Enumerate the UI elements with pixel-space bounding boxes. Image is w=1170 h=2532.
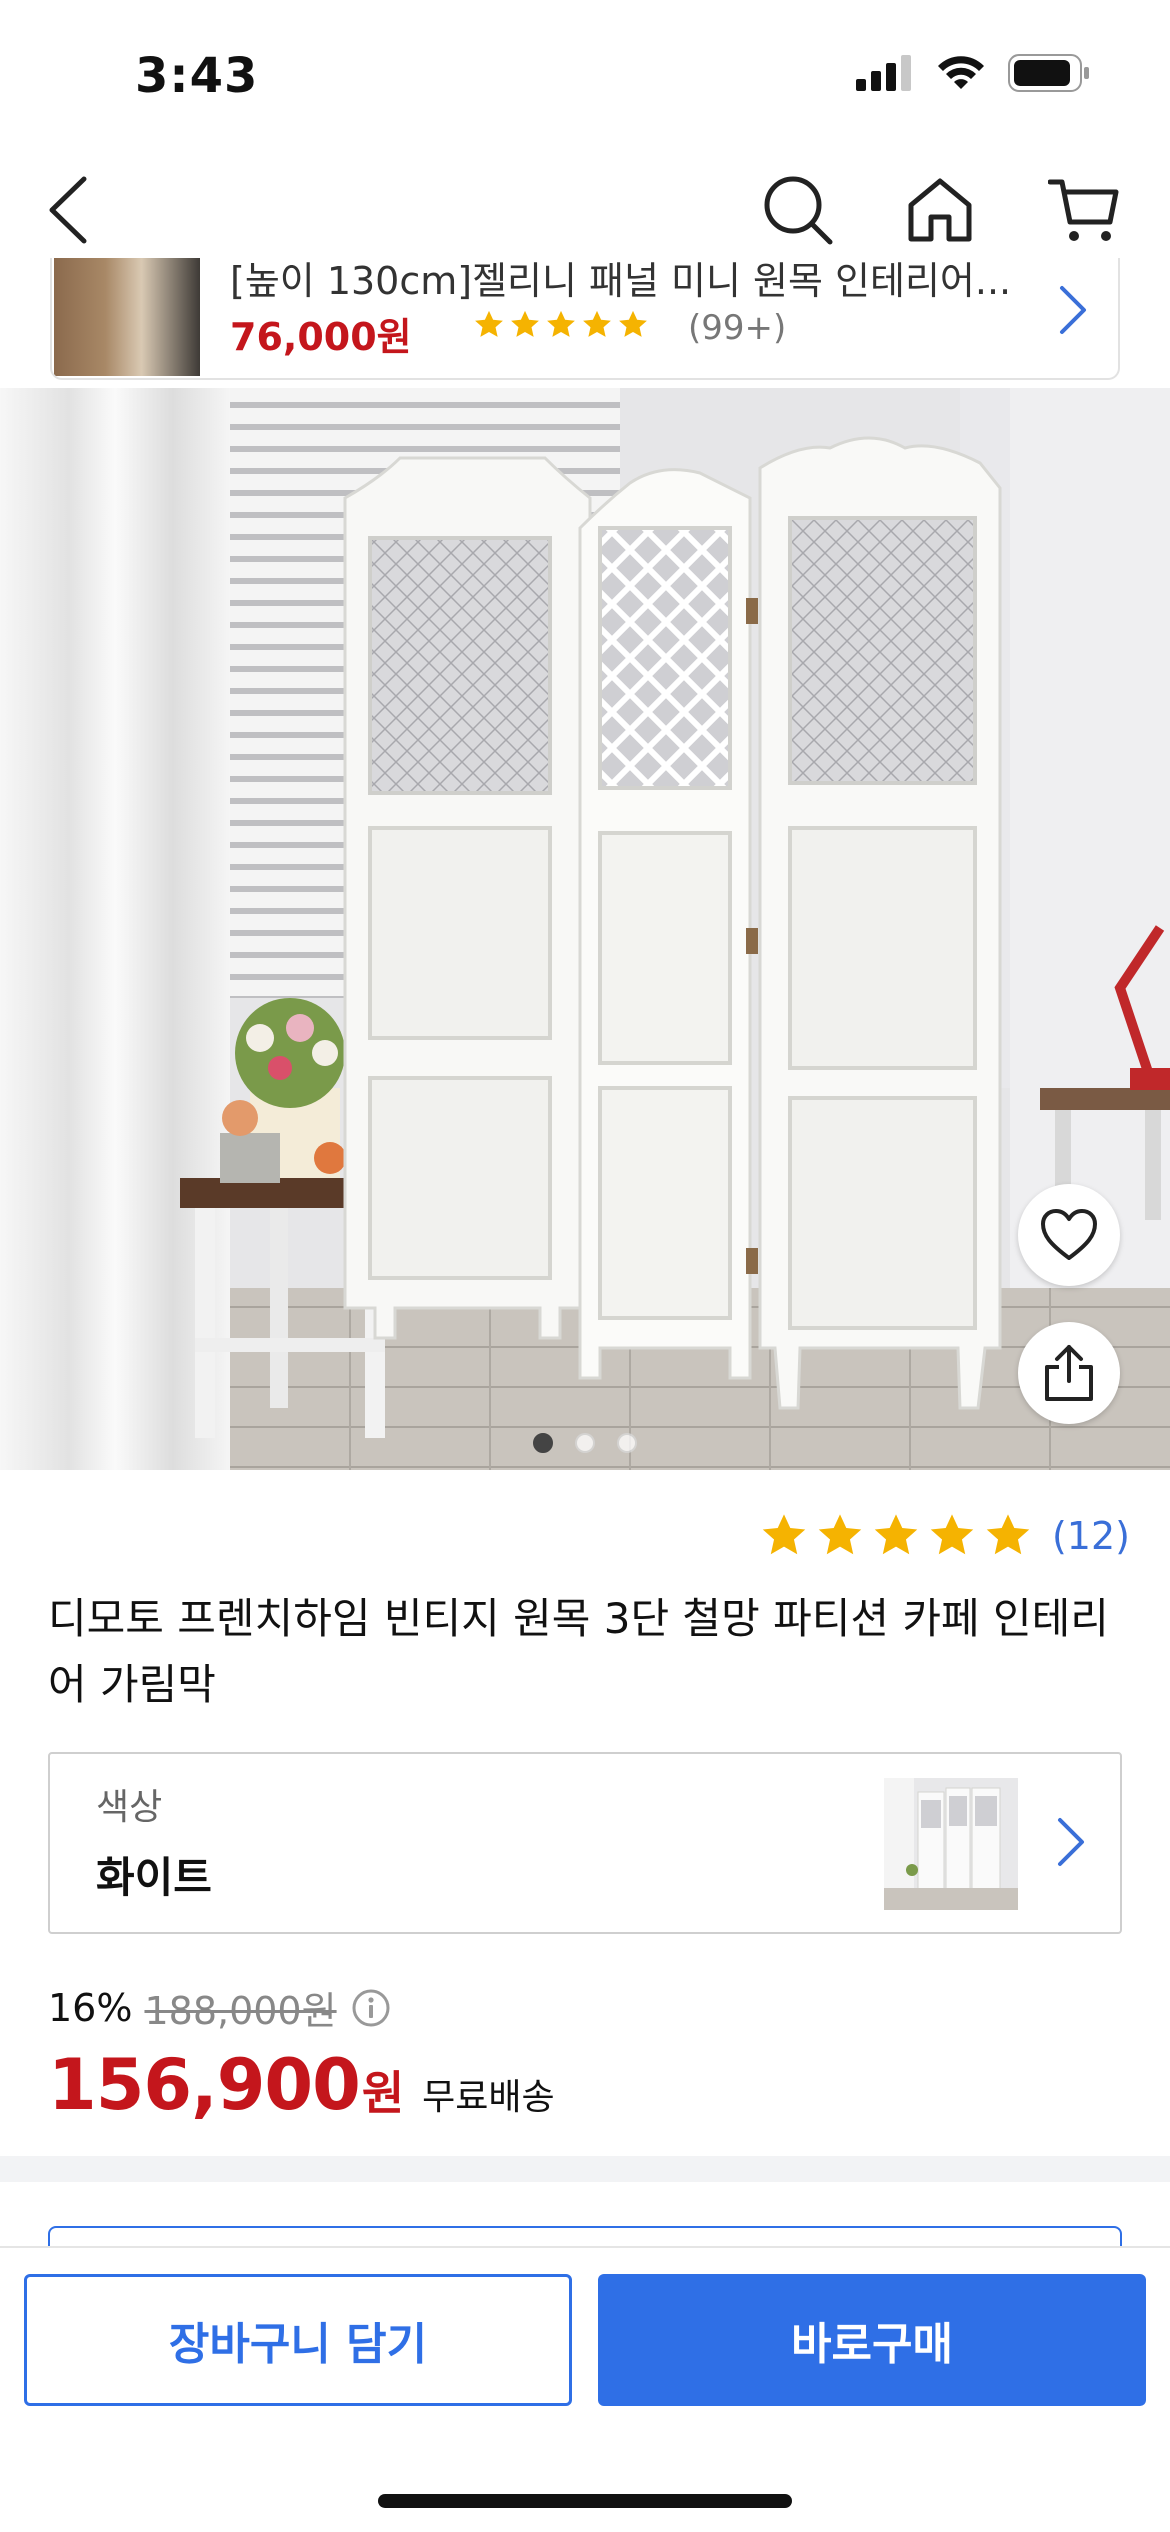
carousel-dot[interactable] <box>575 1433 595 1453</box>
add-to-cart-button[interactable]: 장바구니 담기 <box>24 2274 572 2406</box>
star-icon <box>511 310 539 337</box>
carousel-dot[interactable] <box>617 1433 637 1453</box>
buy-now-button[interactable]: 바로구매 <box>598 2274 1146 2406</box>
color-option-selector[interactable]: 색상 화이트 <box>48 1752 1122 1934</box>
cart-button[interactable] <box>1044 170 1124 250</box>
product-rating[interactable]: (12) <box>758 1510 1130 1562</box>
home-icon <box>908 178 972 242</box>
section-divider <box>0 2156 1170 2182</box>
product-image-carousel[interactable] <box>0 388 1170 1470</box>
option-value: 화이트 <box>96 1853 212 1902</box>
share-icon <box>1045 1345 1093 1401</box>
discount-row: 16% 188,000원 <box>48 1980 391 2035</box>
room-divider-photo <box>0 388 1170 1470</box>
status-icons <box>856 54 1090 92</box>
search-button[interactable] <box>758 170 838 250</box>
review-count[interactable]: (12) <box>1052 1514 1130 1558</box>
cellular-signal-icon <box>856 55 911 91</box>
shipping-info: 무료배송 <box>422 2077 555 2118</box>
star-icon <box>986 1514 1030 1555</box>
option-thumbnail <box>884 1778 1018 1910</box>
related-product-stars <box>472 308 650 342</box>
product-title: 디모토 프렌치하임 빈티지 원목 3단 철망 파티션 카페 인테리어 가림막 <box>48 1594 1109 1709</box>
star-icon <box>818 1514 862 1555</box>
star-icon <box>874 1514 918 1555</box>
star-icon <box>583 310 611 337</box>
option-label: 색상 <box>96 1787 163 1828</box>
sale-price-row: 156,900 원 무료배송 <box>48 2044 555 2126</box>
home-button[interactable] <box>900 170 980 250</box>
battery-icon <box>1008 54 1089 92</box>
wifi-icon <box>938 56 984 89</box>
search-icon <box>764 176 833 245</box>
cart-icon <box>1048 179 1119 241</box>
carousel-pagination[interactable] <box>0 1433 1170 1453</box>
home-indicator[interactable] <box>378 2494 792 2508</box>
related-product-title: [높이 130cm]젤리니 패널 미니 원목 인테리어... <box>230 259 1012 303</box>
nav-bar <box>0 150 1170 270</box>
star-icon <box>475 310 503 337</box>
related-product-price: 76,000원 <box>230 315 412 359</box>
chevron-right-icon <box>1058 1818 1084 1866</box>
related-product-card[interactable]: [높이 130cm]젤리니 패널 미니 원목 인테리어... 76,000원 (… <box>50 258 1120 380</box>
status-bar: 3:43 <box>0 0 1170 150</box>
heart-icon <box>1041 1209 1097 1260</box>
back-chevron-icon <box>49 176 87 244</box>
related-product-thumbnail <box>54 258 200 376</box>
sale-price-unit: 원 <box>361 2066 405 2120</box>
chevron-right-icon <box>1060 286 1086 334</box>
star-icon <box>762 1514 806 1555</box>
info-icon[interactable] <box>351 1988 391 2028</box>
star-icon <box>619 310 647 337</box>
related-product-review-count: (99+) <box>688 308 787 348</box>
status-time: 3:43 <box>135 48 259 104</box>
share-button[interactable] <box>1018 1322 1120 1424</box>
sale-price: 156,900 <box>48 2044 361 2126</box>
discount-rate: 16% <box>48 1985 133 2030</box>
carousel-dot[interactable] <box>533 1433 553 1453</box>
wishlist-button[interactable] <box>1018 1184 1120 1286</box>
star-icon <box>547 310 575 337</box>
bottom-action-bar: 장바구니 담기 바로구매 <box>0 2246 1170 2532</box>
original-price: 188,000원 <box>144 1989 337 2033</box>
back-button[interactable] <box>28 170 108 250</box>
star-icon <box>930 1514 974 1555</box>
